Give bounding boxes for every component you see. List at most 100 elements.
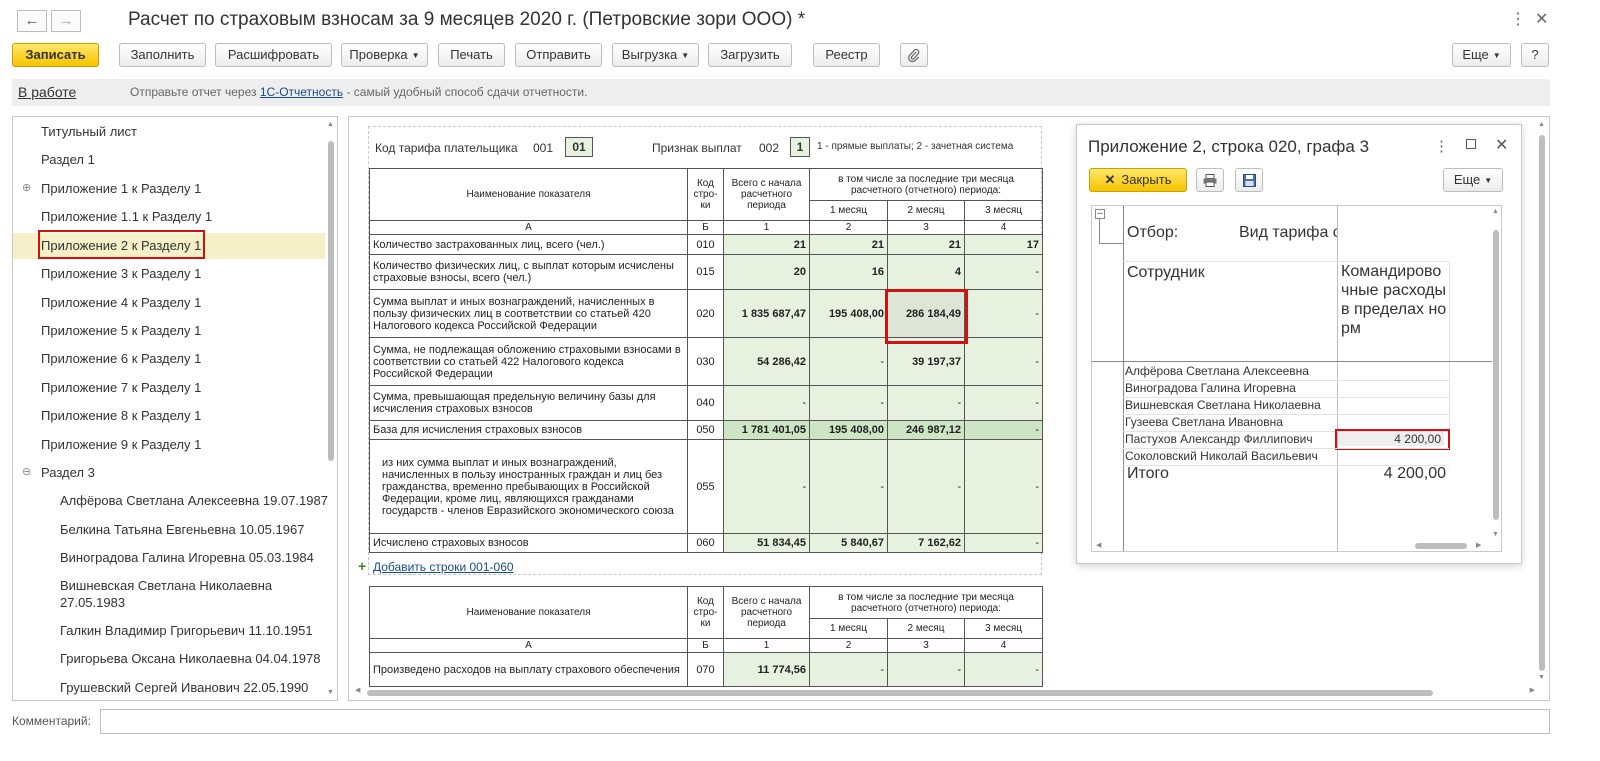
save-button[interactable]: Записать — [12, 43, 99, 67]
report-hscrollbar[interactable]: ◀ ▶ — [355, 686, 1535, 697]
report-hscroll-thumb[interactable] — [367, 690, 1433, 696]
scroll-left-icon[interactable]: ◀ — [355, 686, 360, 694]
forward-button[interactable]: → — [51, 10, 81, 32]
tree-item[interactable]: Белкина Татьяна Евгеньевна 10.05.1967 — [13, 517, 325, 543]
tree-item[interactable]: Приложение 6 к Разделу 1 — [13, 346, 325, 372]
scroll-up-icon[interactable]: ▲ — [1492, 208, 1499, 215]
popup-close-icon[interactable]: ✕ — [1495, 135, 1508, 155]
cell-m2[interactable]: 4 — [887, 254, 965, 290]
tree-item[interactable]: Титульный лист — [13, 119, 325, 145]
cell-total[interactable]: 21 — [723, 234, 810, 255]
employee-name[interactable]: Вишневская Светлана Николаевна — [1125, 398, 1321, 412]
cell-m1[interactable]: - — [809, 439, 888, 534]
tree-item[interactable]: Приложение 4 к Разделу 1 — [13, 290, 325, 316]
tree-item[interactable]: Раздел 1 — [13, 147, 325, 173]
grid-vscroll-thumb[interactable] — [1493, 230, 1499, 520]
tree-scroll-thumb[interactable] — [328, 141, 334, 461]
tree-item[interactable]: Приложение 9 к Разделу 1 — [13, 432, 325, 458]
report-vscrollbar[interactable]: ▲ ▼ — [1537, 121, 1547, 681]
popup-save-button[interactable] — [1235, 168, 1263, 192]
more-button[interactable]: Еще ▼ — [1452, 43, 1511, 67]
tree-item[interactable]: Приложение 7 к Разделу 1 — [13, 375, 325, 401]
collapse-icon[interactable]: ⊖ — [22, 465, 31, 478]
add-rows-link[interactable]: Добавить строки 001-060 — [373, 560, 514, 574]
grid-vscrollbar[interactable]: ▲ ▼ — [1491, 208, 1501, 538]
collapse-icon[interactable]: – — [1095, 209, 1105, 219]
employee-name[interactable]: Алфёрова Светлана Алексеевна — [1125, 364, 1309, 378]
employee-value[interactable]: 4 200,00 — [1338, 432, 1444, 446]
tree-item[interactable]: ⊕ Приложение 1 к Разделу 1 — [13, 176, 325, 202]
cell-total[interactable]: 11 774,56 — [723, 652, 810, 687]
cell-m1[interactable]: - — [809, 385, 888, 421]
cell-m1[interactable]: 21 — [809, 234, 888, 255]
decode-button[interactable]: Расшифровать — [215, 43, 332, 67]
tree-item[interactable]: Грушевский Сергей Иванович 22.05.1990 — [13, 675, 325, 700]
send-button[interactable]: Отправить — [515, 43, 602, 67]
payment-sign-field[interactable]: 1 — [790, 137, 810, 157]
cell-m3[interactable]: - — [963, 385, 1044, 421]
more-menu-icon[interactable]: ⋮ — [1510, 9, 1526, 29]
cell-m2[interactable]: - — [887, 385, 965, 421]
employee-name[interactable]: Пастухов Александр Филлипович — [1125, 432, 1313, 446]
back-button[interactable]: ← — [17, 10, 47, 32]
cell-total[interactable]: - — [723, 439, 810, 534]
registry-button[interactable]: Реестр — [813, 43, 880, 67]
employee-name[interactable]: Соколовский Николай Васильевич — [1125, 449, 1318, 463]
popup-close-button[interactable]: ✕ Закрыть — [1089, 168, 1187, 192]
scroll-up-icon[interactable]: ▲ — [327, 121, 334, 128]
fill-button[interactable]: Заполнить — [119, 43, 206, 67]
grid-hscroll-thumb[interactable] — [1415, 543, 1467, 549]
cell-m1[interactable]: 16 — [809, 254, 888, 290]
popup-menu-icon[interactable]: ⋮ — [1434, 137, 1449, 155]
cell-m2[interactable]: 21 — [887, 234, 965, 255]
cell-total[interactable]: 1 835 687,47 — [723, 289, 810, 338]
cell-total[interactable]: 54 286,42 — [723, 337, 810, 386]
employee-name[interactable]: Гузеева Светлана Ивановна — [1125, 415, 1283, 429]
check-button[interactable]: Проверка ▼ — [341, 43, 428, 67]
popup-more-button[interactable]: Еще ▼ — [1443, 168, 1503, 192]
cell-total[interactable]: 20 — [723, 254, 810, 290]
popup-print-button[interactable] — [1196, 168, 1224, 192]
scroll-down-icon[interactable]: ▼ — [327, 689, 334, 696]
reporting-link[interactable]: 1С-Отчетность — [260, 85, 343, 99]
help-button[interactable]: ? — [1521, 43, 1549, 67]
cell-m1[interactable]: 195 408,00 — [809, 289, 888, 338]
maximize-icon[interactable] — [1466, 139, 1476, 149]
scroll-right-icon[interactable]: ▶ — [1476, 541, 1481, 549]
tree-item[interactable]: ⊖ Раздел 3 — [13, 460, 325, 486]
comment-input[interactable] — [100, 709, 1550, 734]
tree-item[interactable]: Вишневская Светлана Николаевна 27.05.1983 — [13, 573, 325, 617]
cell-total[interactable]: - — [723, 385, 810, 421]
scroll-right-icon[interactable]: ▶ — [1530, 686, 1535, 694]
tariff-code-field[interactable]: 01 — [565, 137, 593, 157]
scroll-up-icon[interactable]: ▲ — [1538, 121, 1545, 128]
tree-item[interactable]: Приложение 8 к Разделу 1 — [13, 403, 325, 429]
employee-name[interactable]: Виноградова Галина Игоревна — [1125, 381, 1296, 395]
tree-item[interactable]: Виноградова Галина Игоревна 05.03.1984 — [13, 545, 325, 571]
cell-m1[interactable]: - — [809, 337, 888, 386]
scroll-down-icon[interactable]: ▼ — [1492, 531, 1499, 538]
close-icon[interactable]: ✕ — [1535, 9, 1548, 29]
cell-m2[interactable]: - — [887, 652, 965, 687]
expand-icon[interactable]: ⊕ — [22, 181, 31, 194]
status-link[interactable]: В работе — [18, 84, 76, 100]
tree-scrollbar[interactable]: ▲ ▼ — [327, 121, 335, 696]
scroll-left-icon[interactable]: ◀ — [1096, 541, 1101, 549]
attach-button[interactable] — [900, 43, 928, 67]
grid-hscrollbar[interactable]: ◀ ▶ — [1092, 541, 1488, 551]
cell-m3[interactable]: - — [963, 289, 1044, 338]
cell-m3[interactable]: - — [963, 439, 1044, 534]
tree-item[interactable]: Григорьева Оксана Николаевна 04.04.1978 — [13, 646, 325, 672]
tree-item[interactable]: Галкин Владимир Григорьевич 11.10.1951 — [13, 618, 325, 644]
tree-item[interactable]: Приложение 3 к Разделу 1 — [13, 261, 325, 287]
import-button[interactable]: Загрузить — [708, 43, 792, 67]
cell-m3[interactable]: - — [963, 337, 1044, 386]
cell-m3[interactable]: - — [963, 254, 1044, 290]
cell-m3[interactable]: - — [963, 652, 1044, 687]
scroll-down-icon[interactable]: ▼ — [1538, 674, 1545, 681]
tree-item[interactable]: Алфёрова Светлана Алексеевна 19.07.1987 — [13, 488, 328, 514]
cell-m2[interactable]: - — [887, 439, 965, 534]
cell-m3[interactable]: 17 — [963, 234, 1044, 255]
cell-m2[interactable]: 39 197,37 — [887, 337, 965, 386]
tree-item[interactable]: Приложение 1.1 к Разделу 1 — [13, 204, 325, 230]
